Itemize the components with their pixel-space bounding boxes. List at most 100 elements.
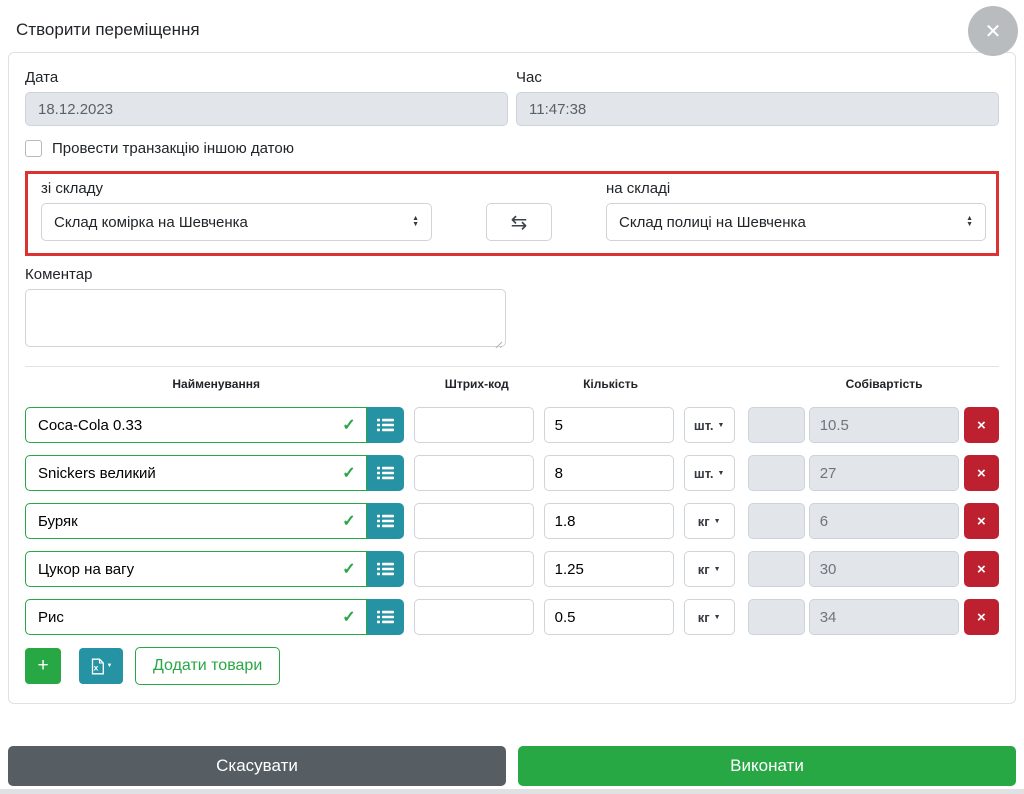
delete-row-button[interactable]: × bbox=[964, 551, 999, 587]
caret-down-icon: ▼ bbox=[718, 422, 725, 429]
warehouse-highlight-section: зі складу Склад комірка на Шевченка ▲▼ ⇆… bbox=[25, 171, 999, 256]
select-from-list-button[interactable] bbox=[367, 503, 404, 539]
comment-label: Коментар bbox=[25, 266, 999, 283]
modal-footer: Скасувати Виконати bbox=[8, 746, 1016, 786]
cancel-button[interactable]: Скасувати bbox=[8, 746, 506, 786]
confirmed-check-icon: ✓ bbox=[342, 559, 355, 579]
unit-value: кг bbox=[698, 514, 710, 529]
barcode-input[interactable] bbox=[414, 503, 534, 539]
extra-disabled-input bbox=[748, 599, 805, 635]
time-input[interactable] bbox=[516, 92, 999, 126]
extra-disabled-input bbox=[748, 551, 805, 587]
execute-button[interactable]: Виконати bbox=[518, 746, 1016, 786]
cost-input bbox=[809, 503, 959, 539]
cost-input bbox=[809, 551, 959, 587]
comment-textarea[interactable] bbox=[25, 289, 506, 347]
date-label: Дата bbox=[25, 69, 508, 86]
close-button[interactable]: ✕ bbox=[968, 6, 1018, 56]
other-date-checkbox[interactable] bbox=[25, 140, 42, 157]
delete-row-button[interactable]: × bbox=[964, 599, 999, 635]
select-from-list-button[interactable] bbox=[367, 551, 404, 587]
confirmed-check-icon: ✓ bbox=[342, 607, 355, 627]
unit-value: кг bbox=[698, 562, 710, 577]
x-icon: × bbox=[977, 561, 986, 578]
form-card: Дата Час Провести транзакцію іншою датою… bbox=[8, 52, 1016, 704]
to-warehouse-select[interactable]: Склад полиці на Шевченка ▲▼ bbox=[606, 203, 986, 241]
quantity-input[interactable] bbox=[544, 455, 674, 491]
quantity-input[interactable] bbox=[544, 551, 674, 587]
select-from-list-button[interactable] bbox=[367, 599, 404, 635]
modal-title: Створити переміщення bbox=[16, 20, 1008, 40]
product-name-input[interactable] bbox=[25, 407, 367, 443]
product-row: ✓ кг ▼ × bbox=[25, 551, 999, 587]
list-icon bbox=[377, 610, 394, 624]
product-row: ✓ шт. ▼ × bbox=[25, 455, 999, 491]
table-actions-row: + x ▼ Додати товари bbox=[25, 647, 999, 685]
unit-value: кг bbox=[698, 610, 710, 625]
list-icon bbox=[377, 418, 394, 432]
from-warehouse-label: зі складу bbox=[41, 180, 432, 197]
quantity-input[interactable] bbox=[544, 407, 674, 443]
delete-row-button[interactable]: × bbox=[964, 455, 999, 491]
extra-disabled-input bbox=[748, 503, 805, 539]
from-warehouse-select[interactable]: Склад комірка на Шевченка ▲▼ bbox=[41, 203, 432, 241]
product-row: ✓ кг ▼ × bbox=[25, 599, 999, 635]
to-warehouse-value: Склад полиці на Шевченка bbox=[619, 214, 806, 231]
caret-down-icon: ▼ bbox=[107, 663, 113, 669]
header-cost: Собівартість bbox=[810, 377, 959, 391]
unit-select[interactable]: кг ▼ bbox=[684, 503, 735, 539]
excel-import-button[interactable]: x ▼ bbox=[79, 648, 123, 684]
product-name-group: ✓ bbox=[25, 407, 404, 443]
x-icon: × bbox=[977, 417, 986, 434]
unit-value: шт. bbox=[694, 466, 714, 481]
caret-down-icon: ▼ bbox=[714, 614, 721, 621]
product-name-group: ✓ bbox=[25, 551, 404, 587]
product-name-group: ✓ bbox=[25, 503, 404, 539]
barcode-input[interactable] bbox=[414, 599, 534, 635]
swap-arrows-icon: ⇆ bbox=[511, 210, 528, 235]
product-name-group: ✓ bbox=[25, 455, 404, 491]
product-name-input[interactable] bbox=[25, 503, 367, 539]
product-name-input[interactable] bbox=[25, 551, 367, 587]
header-spacer bbox=[685, 377, 810, 391]
delete-row-button[interactable]: × bbox=[964, 407, 999, 443]
unit-select[interactable]: кг ▼ bbox=[684, 551, 735, 587]
svg-text:x: x bbox=[93, 662, 98, 672]
select-from-list-button[interactable] bbox=[367, 407, 404, 443]
delete-row-button[interactable]: × bbox=[964, 503, 999, 539]
select-updown-icon: ▲▼ bbox=[412, 216, 419, 228]
date-input[interactable] bbox=[25, 92, 508, 126]
header-barcode: Штрих-код bbox=[417, 377, 536, 391]
list-icon bbox=[377, 514, 394, 528]
time-field: Час bbox=[516, 69, 999, 126]
date-time-row: Дата Час bbox=[25, 69, 999, 126]
barcode-input[interactable] bbox=[414, 407, 534, 443]
products-table-header: Найменування Штрих-код Кількість Собівар… bbox=[25, 377, 999, 391]
divider bbox=[25, 366, 999, 367]
comment-field: Коментар bbox=[25, 266, 999, 352]
header-quantity: Кількість bbox=[546, 377, 675, 391]
swap-warehouses-button[interactable]: ⇆ bbox=[486, 203, 552, 241]
list-icon bbox=[377, 466, 394, 480]
barcode-input[interactable] bbox=[414, 551, 534, 587]
quantity-input[interactable] bbox=[544, 503, 674, 539]
header-name: Найменування bbox=[25, 377, 407, 391]
unit-select[interactable]: кг ▼ bbox=[684, 599, 735, 635]
to-warehouse-label: на складі bbox=[606, 180, 986, 197]
list-icon bbox=[377, 562, 394, 576]
time-label: Час bbox=[516, 69, 999, 86]
quantity-input[interactable] bbox=[544, 599, 674, 635]
unit-select[interactable]: шт. ▼ bbox=[684, 455, 735, 491]
other-date-checkbox-label[interactable]: Провести транзакцію іншою датою bbox=[52, 140, 294, 157]
product-name-input[interactable] bbox=[25, 599, 367, 635]
add-row-button[interactable]: + bbox=[25, 648, 61, 684]
caret-down-icon: ▼ bbox=[714, 566, 721, 573]
cost-input bbox=[809, 407, 959, 443]
unit-select[interactable]: шт. ▼ bbox=[684, 407, 735, 443]
product-name-input[interactable] bbox=[25, 455, 367, 491]
x-icon: × bbox=[977, 465, 986, 482]
add-products-button[interactable]: Додати товари bbox=[135, 647, 280, 685]
barcode-input[interactable] bbox=[414, 455, 534, 491]
header-delete-spacer bbox=[963, 377, 999, 391]
select-from-list-button[interactable] bbox=[367, 455, 404, 491]
